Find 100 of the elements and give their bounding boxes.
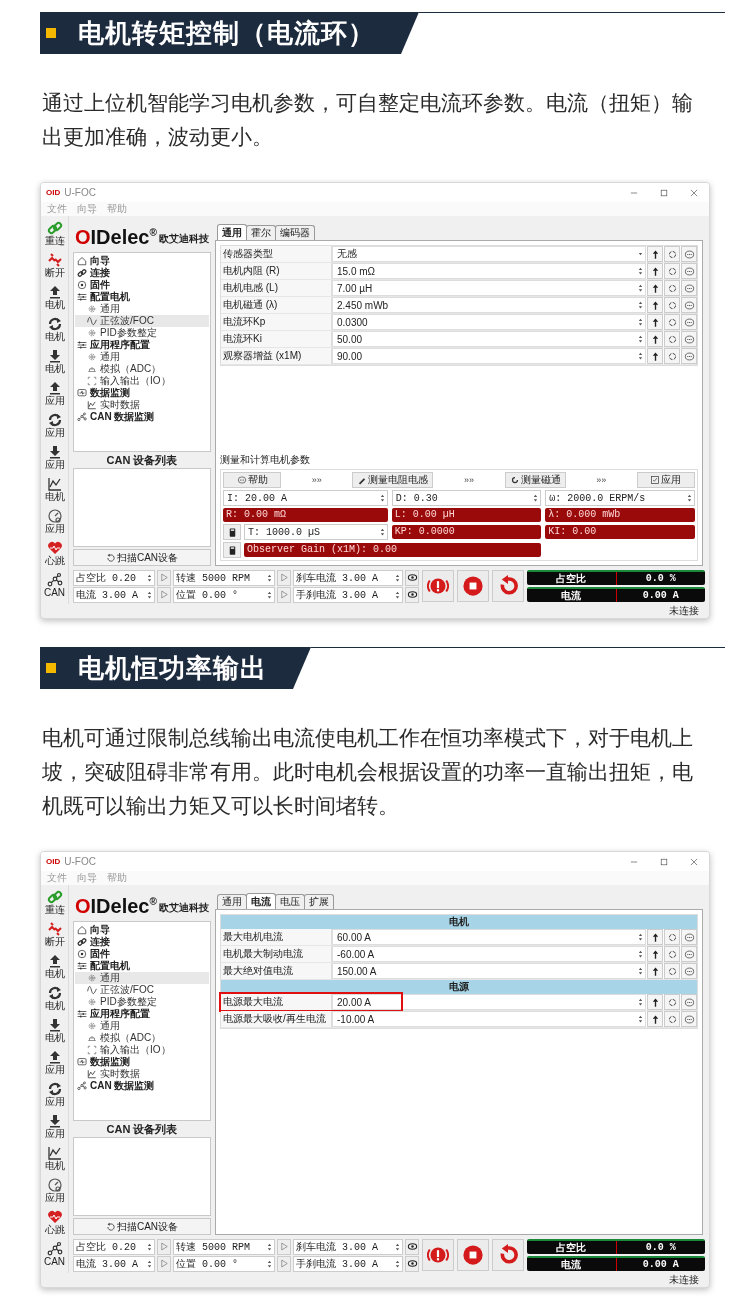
- info-button[interactable]: [681, 1011, 697, 1027]
- tree-item[interactable]: 向导: [75, 255, 209, 267]
- stop-button[interactable]: [457, 1239, 489, 1271]
- calculator-button[interactable]: [223, 524, 241, 540]
- reset-button[interactable]: [664, 1011, 680, 1027]
- value-field[interactable]: 20.00 A: [332, 994, 646, 1010]
- tree-item[interactable]: 通用: [75, 972, 209, 984]
- toolbar-button[interactable]: 电机: [44, 985, 65, 1015]
- tree-item[interactable]: 应用程序配置: [75, 339, 209, 351]
- tree-item[interactable]: 固件: [75, 279, 209, 291]
- alarm-button[interactable]: [422, 1239, 454, 1271]
- dropdown-field[interactable]: 无感: [332, 246, 646, 262]
- upload-button[interactable]: [647, 280, 663, 296]
- toolbar-button[interactable]: 应用: [44, 412, 65, 442]
- value-field[interactable]: 15.0 mΩ: [332, 263, 646, 279]
- toolbar-button[interactable]: 电机: [44, 1145, 65, 1175]
- tree-item[interactable]: 模拟（ADC）: [75, 363, 209, 375]
- tree-item[interactable]: 正弦波/FOC: [75, 315, 209, 327]
- info-button[interactable]: [681, 929, 697, 945]
- tree-item[interactable]: 数据监测: [75, 387, 209, 399]
- reset-button[interactable]: [664, 929, 680, 945]
- tree-item[interactable]: CAN 数据监测: [75, 1080, 209, 1092]
- reset-button[interactable]: [664, 963, 680, 979]
- value-field[interactable]: 50.00: [332, 331, 646, 347]
- value-field[interactable]: 2.450 mWb: [332, 297, 646, 313]
- upload-button[interactable]: [647, 963, 663, 979]
- input-field[interactable]: 转速 5000 RPM: [173, 1238, 275, 1255]
- reset-button[interactable]: [664, 297, 680, 313]
- tree-item[interactable]: 模拟（ADC）: [75, 1032, 209, 1044]
- toolbar-button[interactable]: 电机: [44, 284, 65, 314]
- input-field[interactable]: 占空比 0.20: [73, 569, 155, 586]
- alarm-button[interactable]: [422, 570, 454, 602]
- input-field[interactable]: 手刹电流 3.00 A: [293, 1255, 403, 1272]
- toolbar-button[interactable]: 电机: [44, 953, 65, 983]
- toolbar-button[interactable]: 应用: [44, 1177, 65, 1207]
- toolbar-button[interactable]: 电机: [44, 476, 65, 506]
- tree-item[interactable]: 实时数据: [75, 1068, 209, 1080]
- input-field[interactable]: ω: 2000.0 ERPM/s: [545, 490, 695, 506]
- upload-button[interactable]: [647, 946, 663, 962]
- tree-item[interactable]: 通用: [75, 351, 209, 363]
- reset-button[interactable]: [492, 1239, 524, 1271]
- tree-item[interactable]: 应用程序配置: [75, 1008, 209, 1020]
- tree-item[interactable]: 配置电机: [75, 960, 209, 972]
- value-field[interactable]: 90.00: [332, 348, 646, 364]
- upload-button[interactable]: [647, 246, 663, 262]
- reset-button[interactable]: [664, 280, 680, 296]
- toolbar-button[interactable]: CAN: [43, 572, 66, 602]
- view-button[interactable]: [405, 1238, 419, 1255]
- tree-item[interactable]: 配置电机: [75, 291, 209, 303]
- tree-item[interactable]: 通用: [75, 303, 209, 315]
- action-button[interactable]: 应用: [637, 472, 695, 488]
- upload-button[interactable]: [647, 297, 663, 313]
- toolbar-button[interactable]: 电机: [44, 316, 65, 346]
- tab[interactable]: 通用: [217, 224, 247, 240]
- action-button[interactable]: 帮助: [223, 472, 281, 488]
- tree-item[interactable]: 连接: [75, 267, 209, 279]
- input-field[interactable]: T: 1000.0 µS: [244, 524, 388, 540]
- upload-button[interactable]: [647, 331, 663, 347]
- tree-item[interactable]: PID参数整定: [75, 327, 209, 339]
- calculator-button[interactable]: [223, 542, 241, 558]
- input-field[interactable]: 电流 3.00 A: [73, 586, 155, 603]
- reset-button[interactable]: [664, 331, 680, 347]
- reset-button[interactable]: [664, 348, 680, 364]
- toolbar-button[interactable]: 心跳: [44, 1209, 65, 1239]
- view-button[interactable]: [405, 586, 419, 603]
- value-field[interactable]: 0.0300: [332, 314, 646, 330]
- value-field[interactable]: 60.00 A: [332, 929, 646, 945]
- reset-button[interactable]: [664, 946, 680, 962]
- toolbar-button[interactable]: 应用: [44, 1081, 65, 1111]
- info-button[interactable]: [681, 246, 697, 262]
- input-field[interactable]: 刹车电流 3.00 A: [293, 569, 403, 586]
- value-field[interactable]: 150.00 A: [332, 963, 646, 979]
- tab[interactable]: 扩展: [304, 894, 334, 909]
- upload-button[interactable]: [647, 929, 663, 945]
- toolbar-button[interactable]: 重连: [44, 220, 65, 250]
- tab[interactable]: 通用: [217, 894, 247, 909]
- input-field[interactable]: 电流 3.00 A: [73, 1255, 155, 1272]
- view-button[interactable]: [405, 1255, 419, 1272]
- info-button[interactable]: [681, 297, 697, 313]
- input-field[interactable]: D: 0.30: [391, 490, 542, 506]
- upload-button[interactable]: [647, 263, 663, 279]
- value-field[interactable]: 7.00 µH: [332, 280, 646, 296]
- info-button[interactable]: [681, 994, 697, 1010]
- input-field[interactable]: 位置 0.00 °: [173, 1255, 275, 1272]
- scan-button[interactable]: 扫描CAN设备: [73, 549, 211, 566]
- input-field[interactable]: 占空比 0.20: [73, 1238, 155, 1255]
- toolbar-button[interactable]: 电机: [44, 1017, 65, 1047]
- tree-item[interactable]: 输入输出（IO）: [75, 375, 209, 387]
- toolbar-button[interactable]: 应用: [44, 444, 65, 474]
- tree-item[interactable]: 固件: [75, 948, 209, 960]
- toolbar-button[interactable]: 断开: [44, 921, 65, 951]
- action-button[interactable]: 测量电阻电感: [352, 472, 434, 488]
- scan-button[interactable]: 扫描CAN设备: [73, 1218, 211, 1235]
- tab[interactable]: 电流: [246, 893, 276, 909]
- reset-button[interactable]: [664, 246, 680, 262]
- action-button[interactable]: 测量磁通: [504, 472, 566, 488]
- toolbar-button[interactable]: 应用: [44, 380, 65, 410]
- tree-item[interactable]: 通用: [75, 1020, 209, 1032]
- input-field[interactable]: 手刹电流 3.00 A: [293, 586, 403, 603]
- tree-item[interactable]: 数据监测: [75, 1056, 209, 1068]
